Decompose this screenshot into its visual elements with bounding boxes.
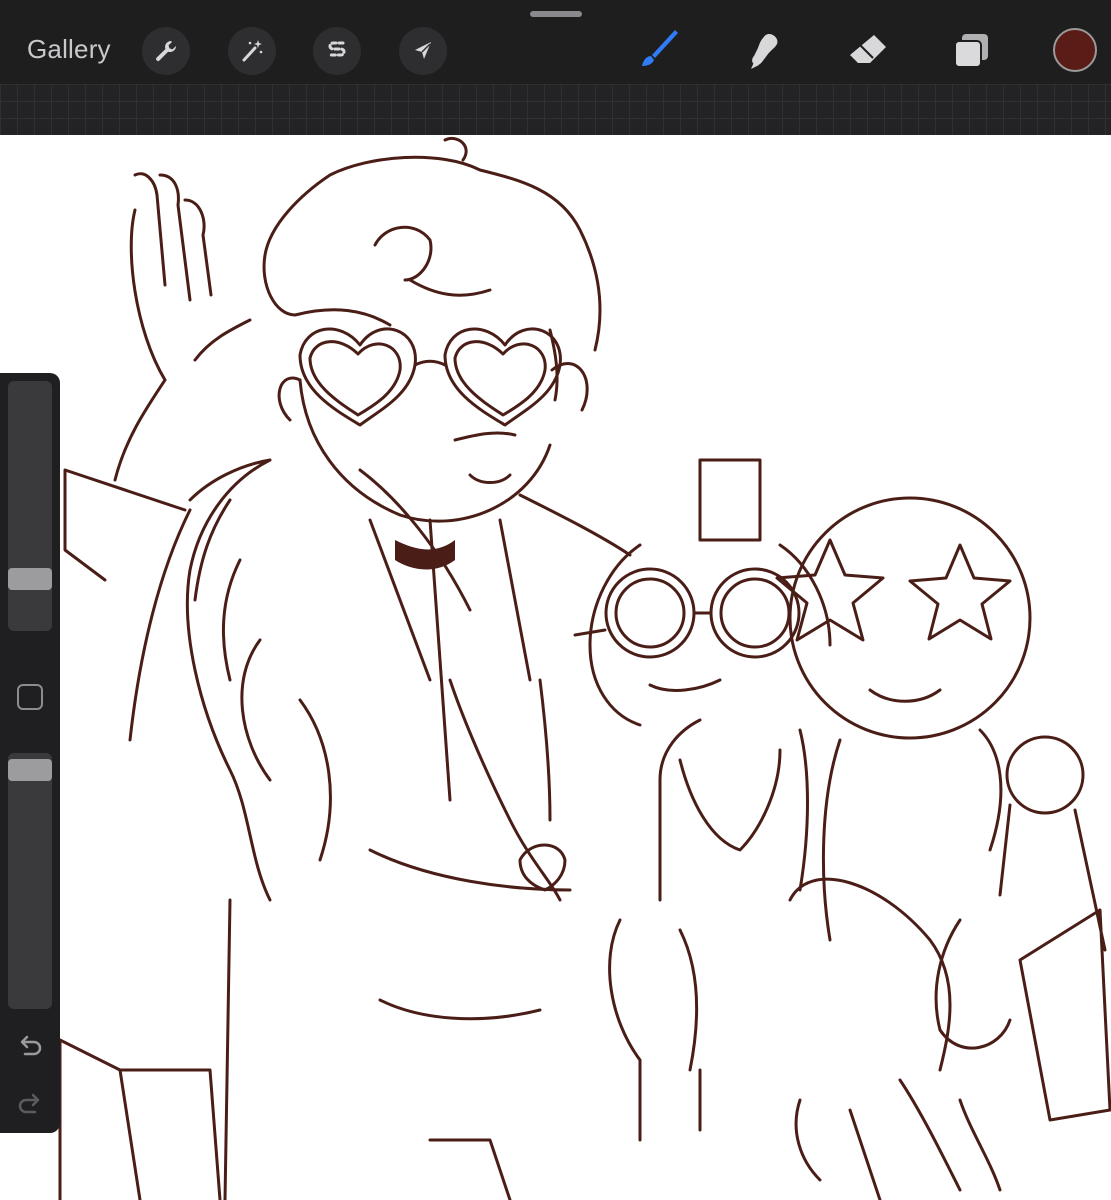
selection-s-icon — [328, 41, 346, 57]
collar-fill — [395, 540, 455, 570]
transform-button[interactable] — [399, 27, 447, 75]
selection-button[interactable] — [313, 27, 361, 75]
transform-arrow-icon — [415, 42, 431, 59]
adjustments-button[interactable] — [228, 27, 276, 75]
drag-handle[interactable] — [530, 11, 582, 17]
gallery-button[interactable]: Gallery — [27, 34, 111, 65]
wrench-icon — [156, 41, 176, 61]
magic-wand-icon — [242, 40, 263, 62]
drawing-canvas[interactable] — [0, 135, 1111, 1200]
smudge-icon — [751, 34, 778, 69]
layers-button[interactable] — [946, 26, 996, 76]
brush-tool-button[interactable] — [635, 26, 685, 76]
brush-size-slider[interactable] — [8, 381, 52, 631]
redo-icon[interactable] — [16, 1091, 44, 1119]
modify-button[interactable] — [17, 684, 43, 710]
actions-button[interactable] — [142, 27, 190, 75]
top-toolbar: Gallery — [0, 0, 1111, 84]
undo-icon[interactable] — [16, 1033, 44, 1061]
side-slider-panel — [0, 373, 60, 1133]
eraser-icon — [850, 35, 886, 63]
color-picker-button[interactable] — [1053, 28, 1097, 72]
opacity-slider[interactable] — [8, 753, 52, 1009]
layers-icon — [954, 34, 988, 68]
opacity-slider-thumb[interactable] — [8, 759, 52, 781]
brush-icon — [642, 30, 678, 66]
brush-size-slider-thumb[interactable] — [8, 568, 52, 590]
eraser-tool-button[interactable] — [843, 26, 893, 76]
line-art-illustration — [58, 137, 1111, 1200]
canvas-top-grid — [0, 84, 1111, 135]
smudge-tool-button[interactable] — [739, 26, 789, 76]
line-art-strokes — [58, 137, 1111, 1200]
